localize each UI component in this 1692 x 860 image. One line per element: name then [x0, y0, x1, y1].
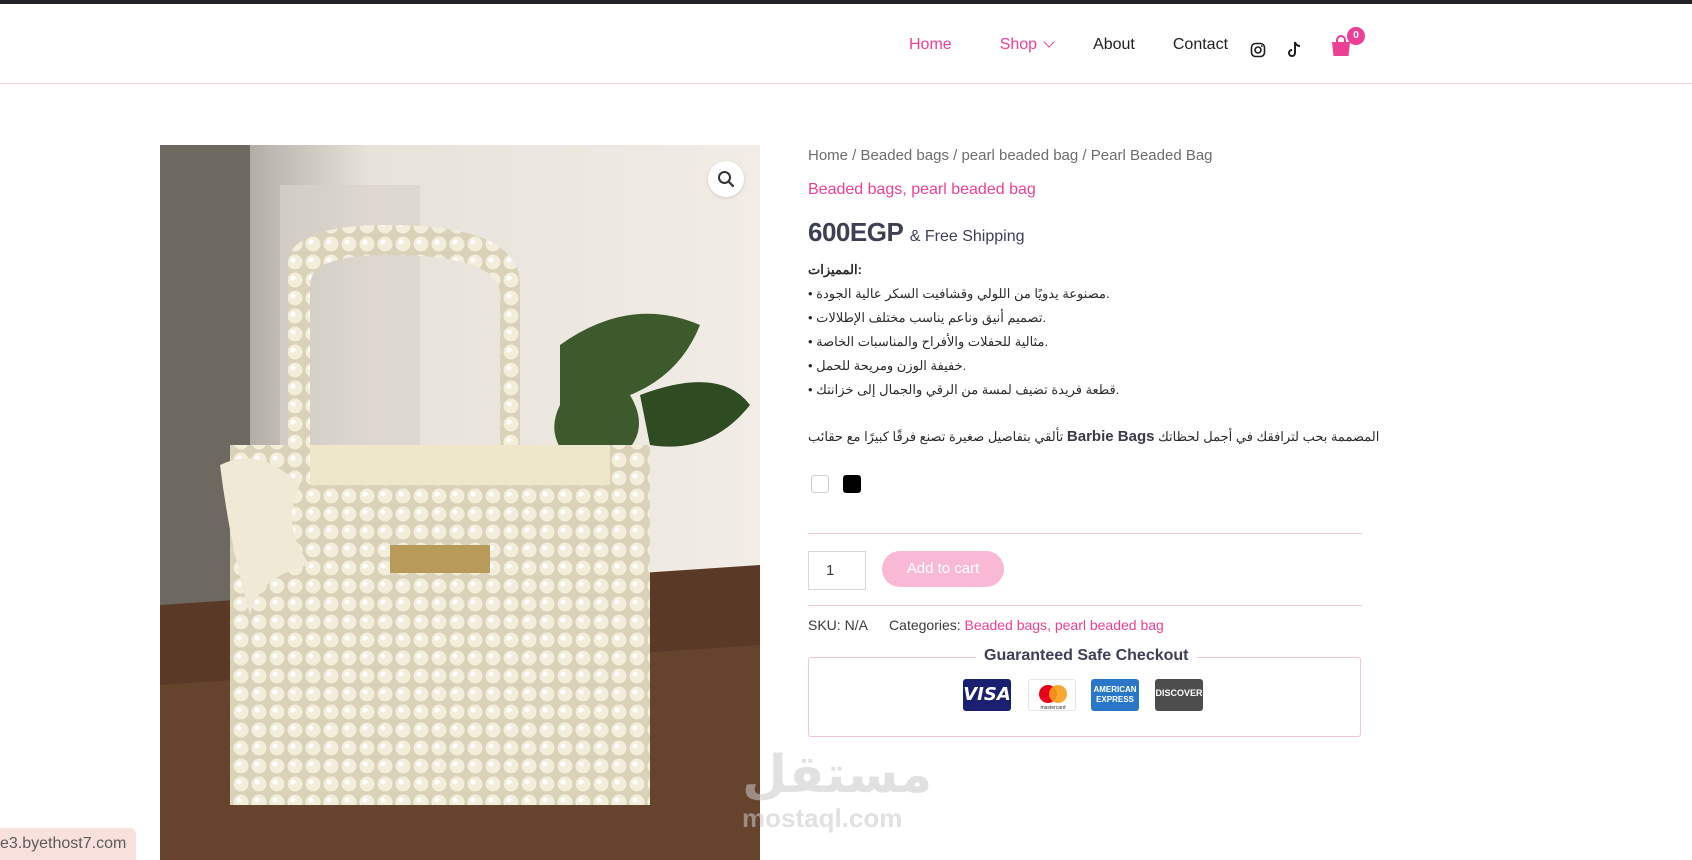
color-swatch-black[interactable]	[843, 475, 861, 493]
breadcrumb-separator: /	[948, 147, 962, 164]
zoom-icon[interactable]	[708, 161, 744, 197]
status-bar-url: e3.byethost7.com	[0, 828, 137, 860]
category-link-pearl-beaded-bag[interactable]: pearl beaded bag	[911, 181, 1036, 198]
quantity-input[interactable]: 1	[808, 551, 866, 590]
add-to-cart-button[interactable]: Add to cart	[882, 551, 1004, 587]
sku-label: SKU:	[808, 617, 841, 633]
breadcrumb-separator: /	[1078, 147, 1091, 164]
sku-value: N/A	[844, 617, 868, 633]
product-image[interactable]	[160, 145, 760, 860]
nav-home-link[interactable]: Home	[909, 36, 952, 54]
discover-card-icon: DISCOVER	[1155, 679, 1203, 711]
categories-label: Categories:	[889, 617, 961, 633]
category-link-beaded-bags[interactable]: Beaded bags	[808, 181, 902, 198]
breadcrumb-pearl-beaded-bag[interactable]: pearl beaded bag	[961, 147, 1078, 164]
price-amount: 600EGP	[808, 217, 904, 247]
divider	[808, 533, 1362, 534]
watermark-arabic: مستقل	[742, 745, 933, 805]
category-separator: ,	[1047, 617, 1055, 633]
watermark: مستقل mostaql.com	[742, 745, 933, 840]
color-swatch-white[interactable]	[811, 475, 829, 493]
breadcrumb-beaded-bags[interactable]: Beaded bags	[861, 147, 949, 164]
visa-card-icon: VISA	[963, 679, 1011, 711]
feature-item: • خفيفة الوزن ومريحة للحمل.	[808, 358, 967, 373]
feature-item: • مثالية للحفلات والأفراح والمناسبات الخ…	[808, 334, 1049, 349]
product-features: المميزات: • مصنوعة يدويًا من اللولي وقشا…	[808, 258, 1368, 402]
description-brand: Barbie Bags	[1066, 428, 1155, 445]
safe-checkout-title: Guaranteed Safe Checkout	[976, 647, 1197, 665]
features-title: المميزات:	[808, 262, 862, 277]
breadcrumb: Home / Beaded bags / pearl beaded bag / …	[808, 147, 1213, 164]
feature-item: • تصميم أنيق وناعم يناسب مختلف الإطلالات…	[808, 310, 1047, 325]
meta-category-pearl-beaded-bag[interactable]: pearl beaded bag	[1055, 617, 1164, 633]
amex-card-icon: AMERICAN EXPRESS	[1091, 679, 1139, 711]
nav-contact-link[interactable]: Contact	[1173, 36, 1228, 54]
mastercard-icon: mastercard	[1028, 679, 1076, 711]
watermark-latin: mostaql.com	[742, 803, 903, 833]
feature-item: • مصنوعة يدويًا من اللولي وقشافيت السكر …	[808, 286, 1110, 301]
nav-shop-label: Shop	[999, 36, 1038, 53]
product-categories-top: Beaded bags, pearl beaded bag	[808, 181, 1036, 199]
meta-category-beaded-bags[interactable]: Beaded bags	[965, 617, 1048, 633]
category-separator: ,	[902, 181, 912, 198]
instagram-icon[interactable]	[1250, 42, 1266, 63]
mastercard-text: mastercard	[1040, 705, 1065, 711]
social-links	[1250, 41, 1302, 64]
breadcrumb-home[interactable]: Home	[808, 147, 848, 164]
nav-shop-link[interactable]: Shop	[999, 36, 1055, 54]
product-price: 600EGP & Free Shipping	[808, 217, 1024, 248]
site-header: Home Shop About Contact 0	[0, 4, 1692, 84]
description-after: تألقي بتفاصيل صغيرة تصنع فرقًا كبيرًا مع…	[808, 429, 1064, 444]
cart-count-badge: 0	[1347, 27, 1365, 45]
chevron-down-icon	[1043, 36, 1055, 48]
shipping-note: & Free Shipping	[909, 228, 1025, 245]
nav-about-link[interactable]: About	[1093, 36, 1135, 54]
product-meta: SKU: N/A Categories: Beaded bags, pearl …	[808, 617, 1164, 633]
description-before: المصممة بحب لترافقك في أجمل لحظاتك	[1158, 429, 1380, 444]
breadcrumb-current: Pearl Beaded Bag	[1090, 147, 1213, 164]
divider	[808, 605, 1362, 606]
product-photo-illustration	[160, 145, 760, 860]
feature-item: • قطعة فريدة تضيف لمسة من الرقي والجمال …	[808, 382, 1120, 397]
main-nav: Home Shop About Contact	[909, 36, 1228, 54]
tiktok-icon[interactable]	[1286, 41, 1302, 64]
safe-checkout-box	[808, 657, 1361, 737]
breadcrumb-separator: /	[848, 147, 861, 164]
product-description: تألقي بتفاصيل صغيرة تصنع فرقًا كبيرًا مع…	[808, 428, 1408, 445]
